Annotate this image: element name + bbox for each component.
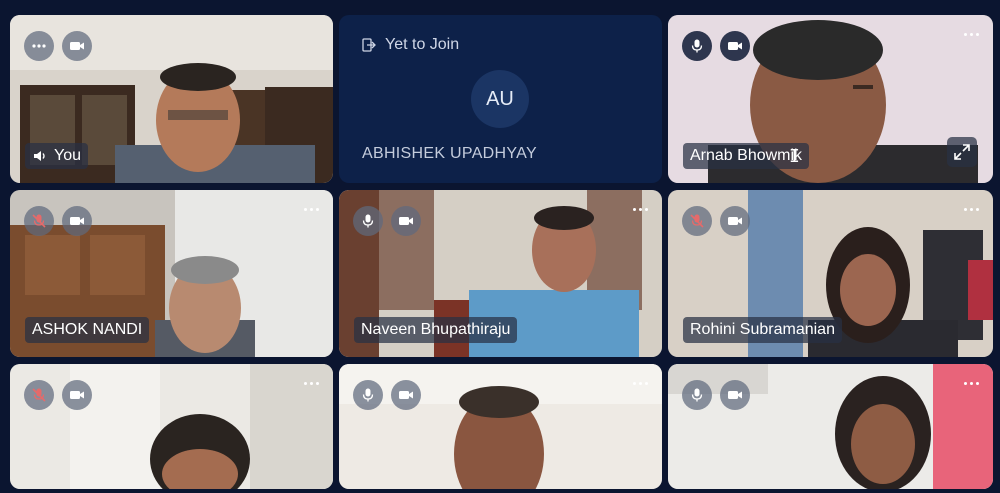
participant-name-label: You xyxy=(25,143,88,169)
mic-status-button[interactable] xyxy=(682,206,712,236)
microphone-off-icon xyxy=(32,388,46,402)
video-grid: You Yet to Join AU ABHISHEK UPADHYAY Arn… xyxy=(10,15,993,489)
mic-status-button[interactable] xyxy=(682,31,712,61)
tile-controls xyxy=(682,380,750,410)
mic-status-button[interactable] xyxy=(353,206,383,236)
tile-controls xyxy=(24,380,92,410)
more-options-button[interactable] xyxy=(24,31,54,61)
text-cursor: I xyxy=(789,146,800,167)
participant-name: Rohini Subramanian xyxy=(683,317,842,343)
tile-controls xyxy=(24,31,92,61)
join-status-text: Yet to Join xyxy=(385,36,460,53)
microphone-icon xyxy=(691,388,703,402)
microphone-icon xyxy=(362,214,374,228)
camera-status-button[interactable] xyxy=(391,206,421,236)
participant-tile-ashok[interactable]: ASHOK NANDI xyxy=(10,190,333,357)
video-camera-icon xyxy=(70,391,84,399)
participant-tile-9[interactable] xyxy=(668,364,993,489)
participant-name: ASHOK NANDI xyxy=(25,317,150,343)
microphone-icon xyxy=(691,39,703,53)
camera-toggle-button[interactable] xyxy=(62,31,92,61)
tile-controls xyxy=(682,31,750,61)
speaker-icon xyxy=(34,151,45,161)
more-options-button[interactable] xyxy=(964,33,979,36)
participant-tile-naveen[interactable]: Naveen Bhupathiraju xyxy=(339,190,662,357)
microphone-off-icon xyxy=(32,214,46,228)
video-camera-icon xyxy=(70,42,84,50)
avatar: AU xyxy=(471,70,529,128)
participant-tile-you[interactable]: You xyxy=(10,15,333,183)
participant-tile-rohini[interactable]: Rohini Subramanian xyxy=(668,190,993,357)
participant-name: ABHISHEK UPADHYAY xyxy=(362,145,537,162)
microphone-icon xyxy=(362,388,374,402)
expand-icon xyxy=(954,144,970,160)
participant-tile-waiting[interactable]: Yet to Join AU ABHISHEK UPADHYAY xyxy=(339,15,662,183)
video-camera-icon xyxy=(399,217,413,225)
more-options-button[interactable] xyxy=(964,208,979,211)
expand-button[interactable] xyxy=(947,137,977,167)
microphone-off-icon xyxy=(690,214,704,228)
video-camera-icon xyxy=(728,217,742,225)
video-camera-icon xyxy=(399,391,413,399)
participant-name: You xyxy=(54,147,81,164)
video-camera-icon xyxy=(728,42,742,50)
participant-tile-arnab[interactable]: Arnab Bhowmik xyxy=(668,15,993,183)
sign-in-icon xyxy=(362,38,376,52)
tile-controls xyxy=(24,206,92,236)
participant-tile-7[interactable] xyxy=(10,364,333,489)
video-camera-icon xyxy=(70,217,84,225)
more-horizontal-icon xyxy=(32,44,46,48)
video-camera-icon xyxy=(728,391,742,399)
mic-status-button[interactable] xyxy=(24,206,54,236)
tile-controls xyxy=(353,380,421,410)
camera-status-button[interactable] xyxy=(720,380,750,410)
mic-status-button[interactable] xyxy=(682,380,712,410)
camera-status-button[interactable] xyxy=(720,31,750,61)
more-options-button[interactable] xyxy=(633,208,648,211)
join-status: Yet to Join xyxy=(361,36,459,54)
camera-status-button[interactable] xyxy=(62,380,92,410)
mic-status-button[interactable] xyxy=(24,380,54,410)
mic-status-button[interactable] xyxy=(353,380,383,410)
more-options-button[interactable] xyxy=(964,382,979,385)
camera-status-button[interactable] xyxy=(391,380,421,410)
camera-status-button[interactable] xyxy=(720,206,750,236)
camera-status-button[interactable] xyxy=(62,206,92,236)
more-options-button[interactable] xyxy=(304,208,319,211)
more-options-button[interactable] xyxy=(304,382,319,385)
participant-name: Naveen Bhupathiraju xyxy=(354,317,518,343)
more-options-button[interactable] xyxy=(633,382,648,385)
participant-tile-8[interactable] xyxy=(339,364,662,489)
tile-controls xyxy=(682,206,750,236)
tile-controls xyxy=(353,206,421,236)
